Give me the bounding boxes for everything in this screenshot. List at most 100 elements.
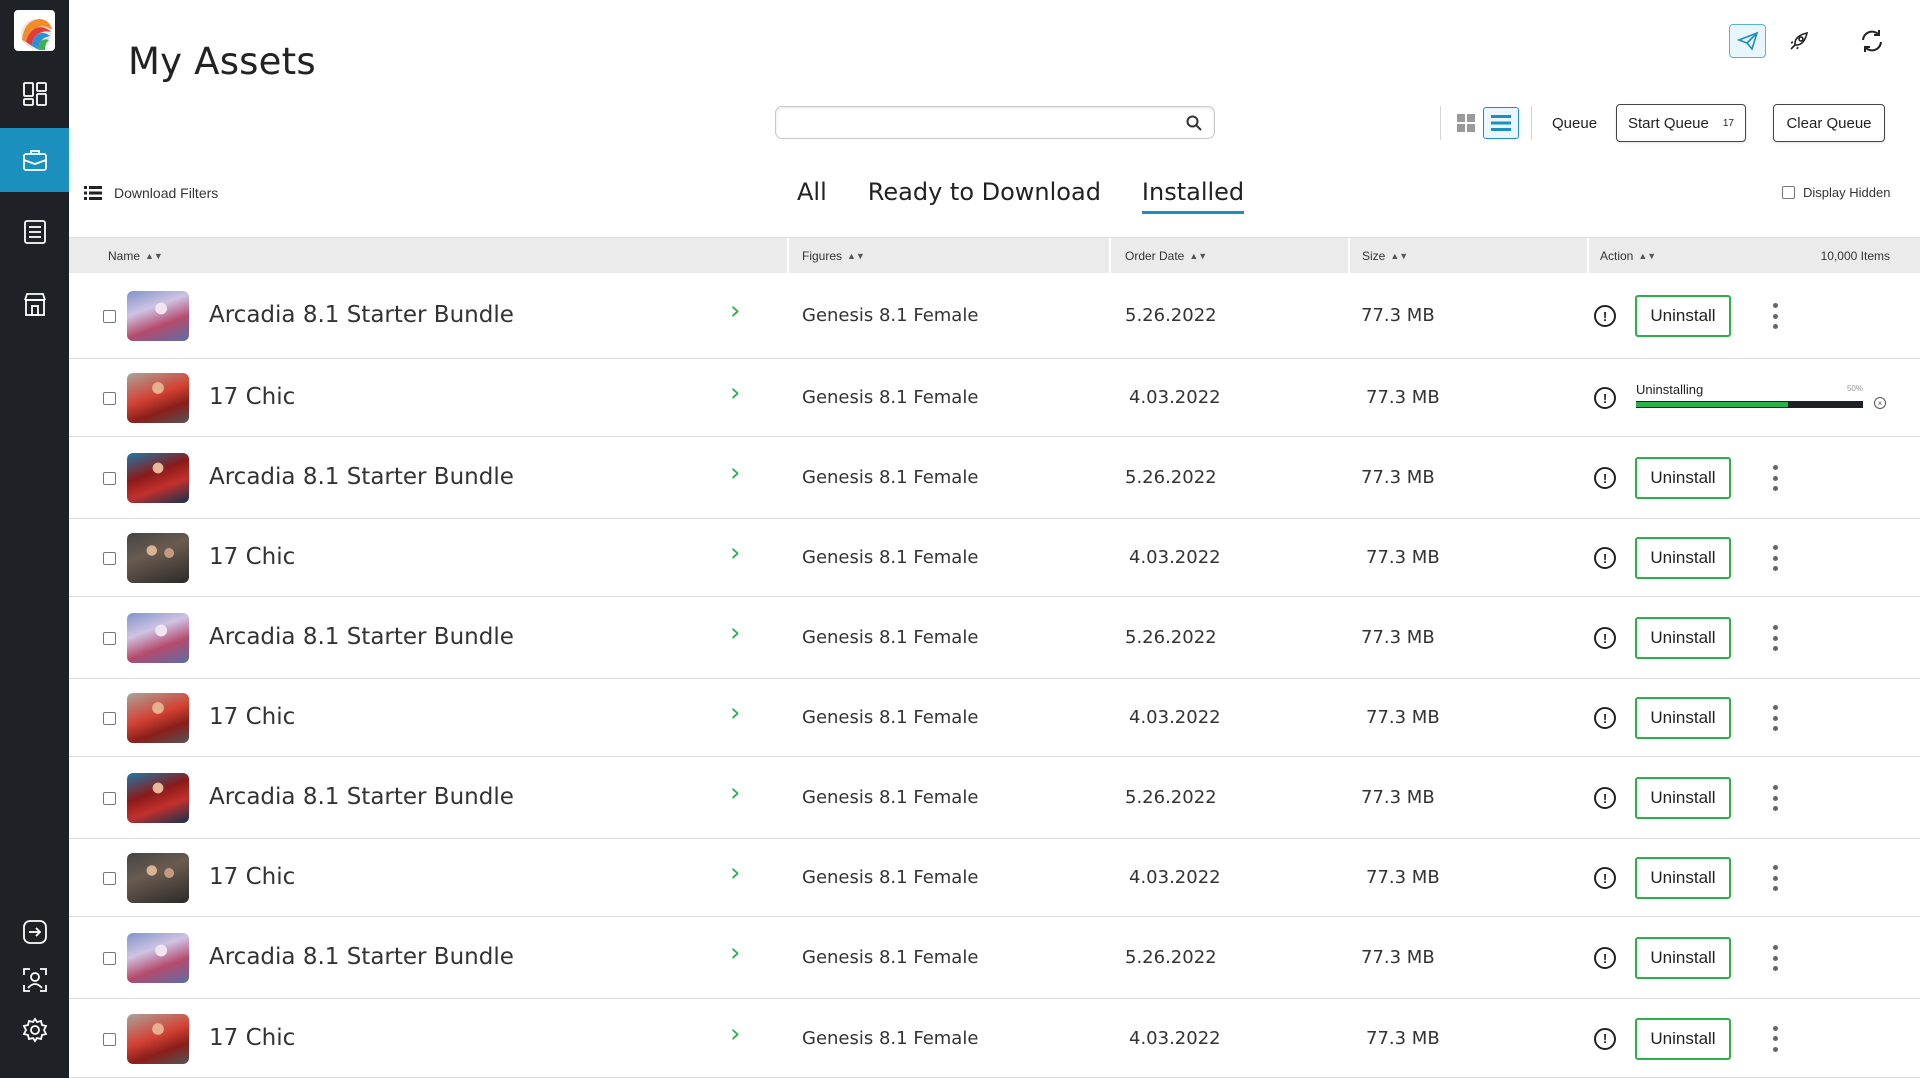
display-hidden-toggle[interactable]: Display Hidden bbox=[1782, 185, 1890, 200]
asset-thumbnail[interactable] bbox=[127, 1013, 189, 1064]
row-checkbox[interactable] bbox=[103, 952, 116, 965]
asset-thumbnail[interactable] bbox=[127, 853, 189, 903]
expand-chevron-icon[interactable]: › bbox=[730, 618, 740, 648]
asset-name[interactable]: Arcadia 8.1 Starter Bundle bbox=[209, 302, 514, 328]
row-checkbox[interactable] bbox=[103, 310, 116, 323]
asset-name[interactable]: 17 Chic bbox=[209, 864, 295, 890]
more-options-icon[interactable] bbox=[1767, 465, 1783, 491]
table-row[interactable]: Arcadia 8.1 Starter Bundle › Genesis 8.1 F… bbox=[69, 917, 1920, 999]
row-checkbox[interactable] bbox=[103, 392, 116, 405]
info-icon[interactable]: ! bbox=[1594, 387, 1616, 409]
asset-name[interactable]: 17 Chic bbox=[209, 384, 295, 410]
sidebar-item-my-assets[interactable] bbox=[0, 128, 69, 192]
asset-name[interactable]: Arcadia 8.1 Starter Bundle bbox=[209, 464, 514, 490]
sidebar-item-dashboard[interactable] bbox=[0, 62, 69, 126]
asset-name[interactable]: Arcadia 8.1 Starter Bundle bbox=[209, 944, 514, 970]
uninstall-button[interactable]: Uninstall bbox=[1635, 617, 1731, 659]
search-input[interactable] bbox=[788, 107, 1168, 137]
grid-view-button[interactable] bbox=[1449, 107, 1483, 139]
expand-chevron-icon[interactable]: › bbox=[730, 858, 740, 888]
row-checkbox[interactable] bbox=[103, 552, 116, 565]
expand-chevron-icon[interactable]: › bbox=[730, 458, 740, 488]
info-icon[interactable]: ! bbox=[1594, 547, 1616, 569]
table-row[interactable]: Arcadia 8.1 Starter Bundle › Genesis 8.1 F… bbox=[69, 597, 1920, 679]
row-checkbox[interactable] bbox=[103, 792, 116, 805]
table-row[interactable]: 17 Chic › Genesis 8.1 Female 4.03.2022 77.3 … bbox=[69, 839, 1920, 917]
asset-name[interactable]: 17 Chic bbox=[209, 544, 295, 570]
cancel-uninstall-icon[interactable]: × bbox=[1874, 397, 1886, 409]
tab-all[interactable]: All bbox=[797, 178, 827, 214]
more-options-icon[interactable] bbox=[1767, 865, 1783, 891]
search-icon[interactable] bbox=[1186, 115, 1202, 131]
tab-ready-to-download[interactable]: Ready to Download bbox=[868, 178, 1101, 214]
info-icon[interactable]: ! bbox=[1594, 787, 1616, 809]
asset-thumbnail[interactable] bbox=[127, 373, 189, 423]
asset-name[interactable]: 17 Chic bbox=[209, 1025, 295, 1051]
asset-thumbnail[interactable] bbox=[127, 773, 189, 823]
list-view-button[interactable] bbox=[1483, 107, 1519, 139]
download-filters-toggle[interactable]: Download Filters bbox=[84, 185, 218, 201]
info-icon[interactable]: ! bbox=[1594, 707, 1616, 729]
uninstall-button[interactable]: Uninstall bbox=[1635, 697, 1731, 739]
expand-chevron-icon[interactable]: › bbox=[730, 378, 740, 408]
more-options-icon[interactable] bbox=[1767, 785, 1783, 811]
table-row[interactable]: 17 Chic › Genesis 8.1 Female 4.03.2022 77.3 … bbox=[69, 999, 1920, 1078]
uninstall-button[interactable]: Uninstall bbox=[1635, 295, 1731, 337]
table-row[interactable]: Arcadia 8.1 Starter Bundle › Genesis 8.1 F… bbox=[69, 757, 1920, 839]
expand-chevron-icon[interactable]: › bbox=[730, 698, 740, 728]
sidebar-item-store[interactable] bbox=[0, 272, 69, 336]
asset-thumbnail[interactable] bbox=[127, 533, 189, 583]
column-header-order-date[interactable]: Order Date ▲▼ bbox=[1125, 238, 1207, 274]
more-options-icon[interactable] bbox=[1767, 303, 1783, 329]
more-options-icon[interactable] bbox=[1767, 1025, 1783, 1052]
info-icon[interactable]: ! bbox=[1594, 305, 1616, 327]
expand-chevron-icon[interactable]: › bbox=[730, 1019, 740, 1049]
uninstall-button[interactable]: Uninstall bbox=[1635, 1017, 1731, 1060]
column-header-figures[interactable]: Figures ▲▼ bbox=[802, 238, 865, 274]
info-icon[interactable]: ! bbox=[1594, 947, 1616, 969]
tab-installed[interactable]: Installed bbox=[1141, 178, 1245, 214]
expand-chevron-icon[interactable]: › bbox=[730, 296, 740, 326]
row-checkbox[interactable] bbox=[103, 632, 116, 645]
asset-thumbnail[interactable] bbox=[127, 693, 189, 743]
column-header-action[interactable]: Action ▲▼ bbox=[1600, 238, 1656, 274]
asset-name[interactable]: Arcadia 8.1 Starter Bundle bbox=[209, 784, 514, 810]
asset-name[interactable]: 17 Chic bbox=[209, 704, 295, 730]
uninstall-button[interactable]: Uninstall bbox=[1635, 857, 1731, 899]
info-icon[interactable]: ! bbox=[1594, 467, 1616, 489]
table-row[interactable]: Arcadia 8.1 Starter Bundle › Genesis 8.1 F… bbox=[69, 273, 1920, 359]
uninstall-button[interactable]: Uninstall bbox=[1635, 457, 1731, 499]
expand-chevron-icon[interactable]: › bbox=[730, 538, 740, 568]
table-row[interactable]: 17 Chic › Genesis 8.1 Female 4.03.2022 77.3 … bbox=[69, 679, 1920, 757]
uninstall-button[interactable]: Uninstall bbox=[1635, 537, 1731, 579]
column-header-name[interactable]: Name ▲▼ bbox=[108, 238, 163, 274]
info-icon[interactable]: ! bbox=[1594, 867, 1616, 889]
more-options-icon[interactable] bbox=[1767, 625, 1783, 651]
more-options-icon[interactable] bbox=[1767, 945, 1783, 971]
launch-button[interactable] bbox=[1780, 24, 1817, 58]
expand-chevron-icon[interactable]: › bbox=[730, 778, 740, 808]
asset-thumbnail[interactable] bbox=[127, 933, 189, 983]
asset-thumbnail[interactable] bbox=[127, 453, 189, 503]
row-checkbox[interactable] bbox=[103, 872, 116, 885]
column-header-size[interactable]: Size ▲▼ bbox=[1362, 238, 1408, 274]
app-logo[interactable] bbox=[12, 8, 57, 53]
asset-thumbnail[interactable] bbox=[127, 613, 189, 663]
more-options-icon[interactable] bbox=[1767, 705, 1783, 731]
asset-name[interactable]: Arcadia 8.1 Starter Bundle bbox=[209, 624, 514, 650]
uninstall-button[interactable]: Uninstall bbox=[1635, 937, 1731, 979]
row-checkbox[interactable] bbox=[103, 1032, 116, 1046]
info-icon[interactable]: ! bbox=[1594, 1027, 1616, 1050]
refresh-button[interactable] bbox=[1853, 24, 1890, 58]
table-row[interactable]: 17 Chic › Genesis 8.1 Female 4.03.2022 77.3 … bbox=[69, 519, 1920, 597]
table-row[interactable]: 17 Chic › Genesis 8.1 Female 4.03.2022 77.3 … bbox=[69, 359, 1920, 437]
send-button[interactable] bbox=[1729, 24, 1766, 58]
clear-queue-button[interactable]: Clear Queue bbox=[1773, 104, 1885, 142]
start-queue-button[interactable]: Start Queue 17 bbox=[1616, 104, 1746, 142]
display-hidden-checkbox[interactable] bbox=[1782, 186, 1795, 199]
more-options-icon[interactable] bbox=[1767, 545, 1783, 571]
asset-thumbnail[interactable] bbox=[127, 291, 189, 341]
row-checkbox[interactable] bbox=[103, 712, 116, 725]
sidebar-item-documents[interactable] bbox=[0, 200, 69, 264]
uninstall-button[interactable]: Uninstall bbox=[1635, 777, 1731, 819]
